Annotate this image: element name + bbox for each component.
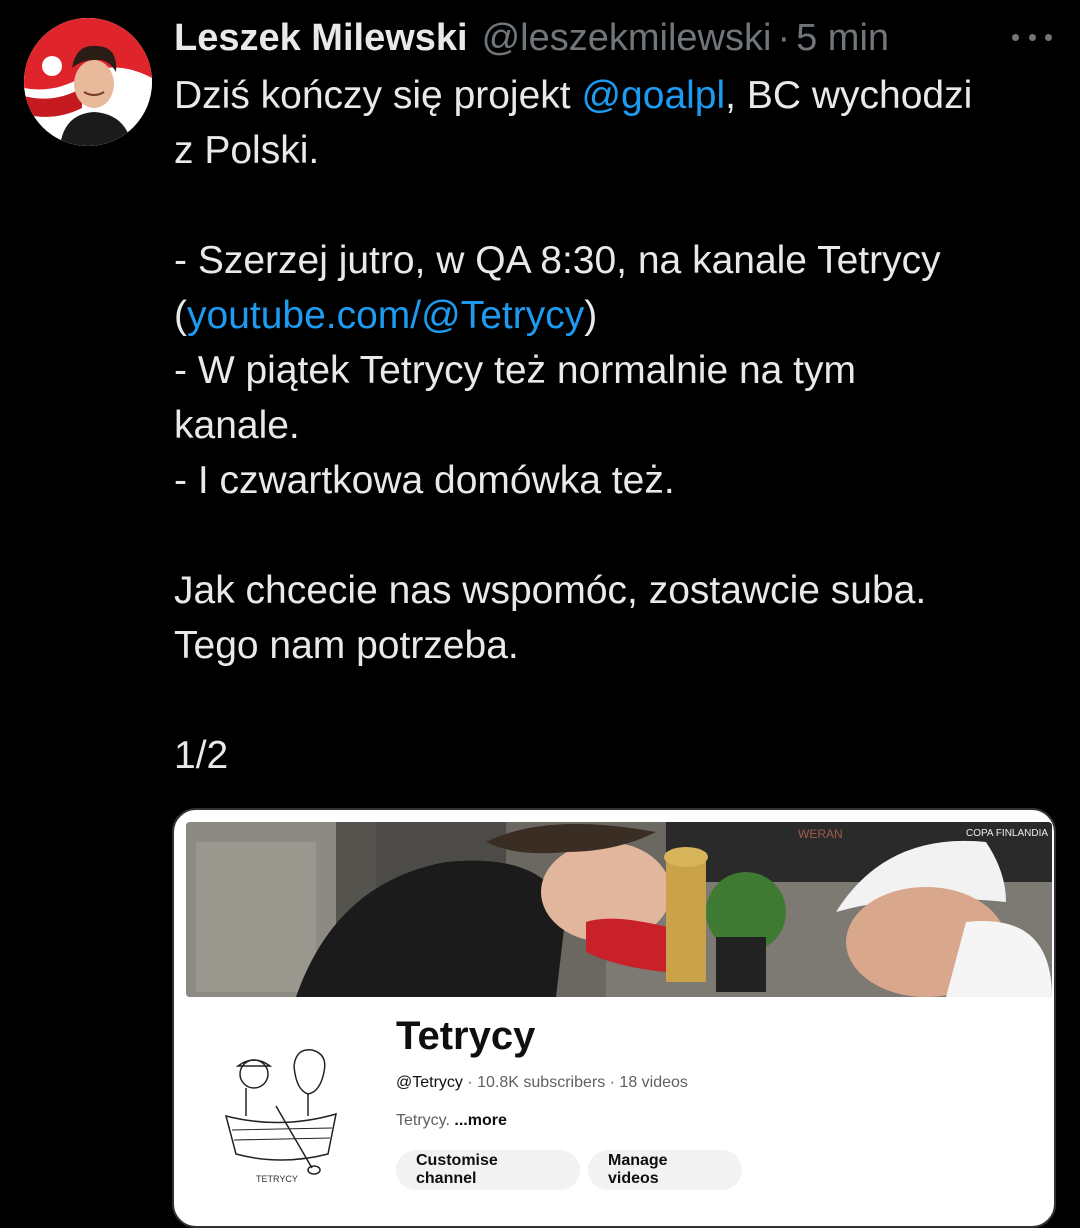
author-avatar[interactable] <box>24 18 152 146</box>
more-dots-icon <box>1028 33 1036 41</box>
tweet-line: Tego nam potrzeba. <box>174 624 519 667</box>
separator-dot: · <box>777 16 791 59</box>
youtube-link[interactable]: youtube.com/@Tetrycy <box>187 294 584 337</box>
subscriber-count: 10.8K subscribers <box>477 1074 606 1091</box>
tweet-line: - W piątek Tetrycy też normalnie na tym <box>174 349 857 392</box>
text-span: ) <box>584 294 598 337</box>
tweet-header: Leszek Milewski @leszekmilewski · 5 min <box>174 14 1060 62</box>
channel-logo[interactable]: TETRYCY <box>216 1036 346 1186</box>
attached-image[interactable]: WERAN COPA FINLANDIA TETRYCY Tetrycy @Te… <box>172 808 1056 1228</box>
meta-dot: · <box>605 1074 620 1091</box>
tweet-line: - I czwartkowa domówka też. <box>174 459 675 502</box>
logo-caption: TETRYCY <box>256 1174 298 1184</box>
tweet-line: - Szerzej jutro, w QA 8:30, na kanale Te… <box>174 239 941 282</box>
channel-description: Tetrycy. ...more <box>396 1112 507 1130</box>
tweet-line: Jak chcecie nas wspomóc, zostawcie suba. <box>174 569 927 612</box>
channel-handle: @Tetrycy <box>396 1074 463 1091</box>
customise-channel-button[interactable]: Customise channel <box>396 1150 580 1190</box>
mention-link[interactable]: @goalpl <box>581 74 725 117</box>
text-span: , BC wychodzi <box>725 74 973 117</box>
description-text: Tetrycy. <box>396 1112 455 1129</box>
more-link[interactable]: ...more <box>454 1112 506 1129</box>
thread-counter: 1/2 <box>174 734 229 777</box>
banner-sign-text: COPA FINLANDIA <box>966 828 1048 839</box>
text-span: ( <box>174 294 187 337</box>
text-span: Dziś kończy się projekt <box>174 74 582 117</box>
more-options-button[interactable] <box>1012 22 1052 52</box>
manage-videos-button[interactable]: Manage videos <box>588 1150 742 1190</box>
channel-name: Tetrycy <box>396 1014 536 1058</box>
more-dots-icon <box>1012 33 1019 41</box>
author-handle[interactable]: @leszekmilewski <box>482 17 772 60</box>
author-name[interactable]: Leszek Milewski <box>174 17 468 60</box>
banner-sign-text: WERAN <box>798 827 843 841</box>
tweet[interactable]: Leszek Milewski @leszekmilewski · 5 min … <box>0 0 1080 1228</box>
tweet-line: Dziś kończy się projekt @goalpl, BC wych… <box>174 68 1064 123</box>
tweet-line: z Polski. <box>174 129 320 172</box>
meta-dot: · <box>462 1074 478 1091</box>
more-dots-icon <box>1045 33 1052 41</box>
video-count: 18 videos <box>619 1074 688 1091</box>
tweet-line: kanale. <box>174 404 300 447</box>
tweet-text: Dziś kończy się projekt @goalpl, BC wych… <box>174 68 1064 783</box>
tweet-line: (youtube.com/@Tetrycy) <box>174 288 1064 343</box>
channel-banner: WERAN COPA FINLANDIA <box>186 822 1052 997</box>
tweet-timestamp[interactable]: 5 min <box>796 17 889 60</box>
channel-meta: @Tetrycy · 10.8K subscribers · 18 videos <box>396 1074 688 1092</box>
